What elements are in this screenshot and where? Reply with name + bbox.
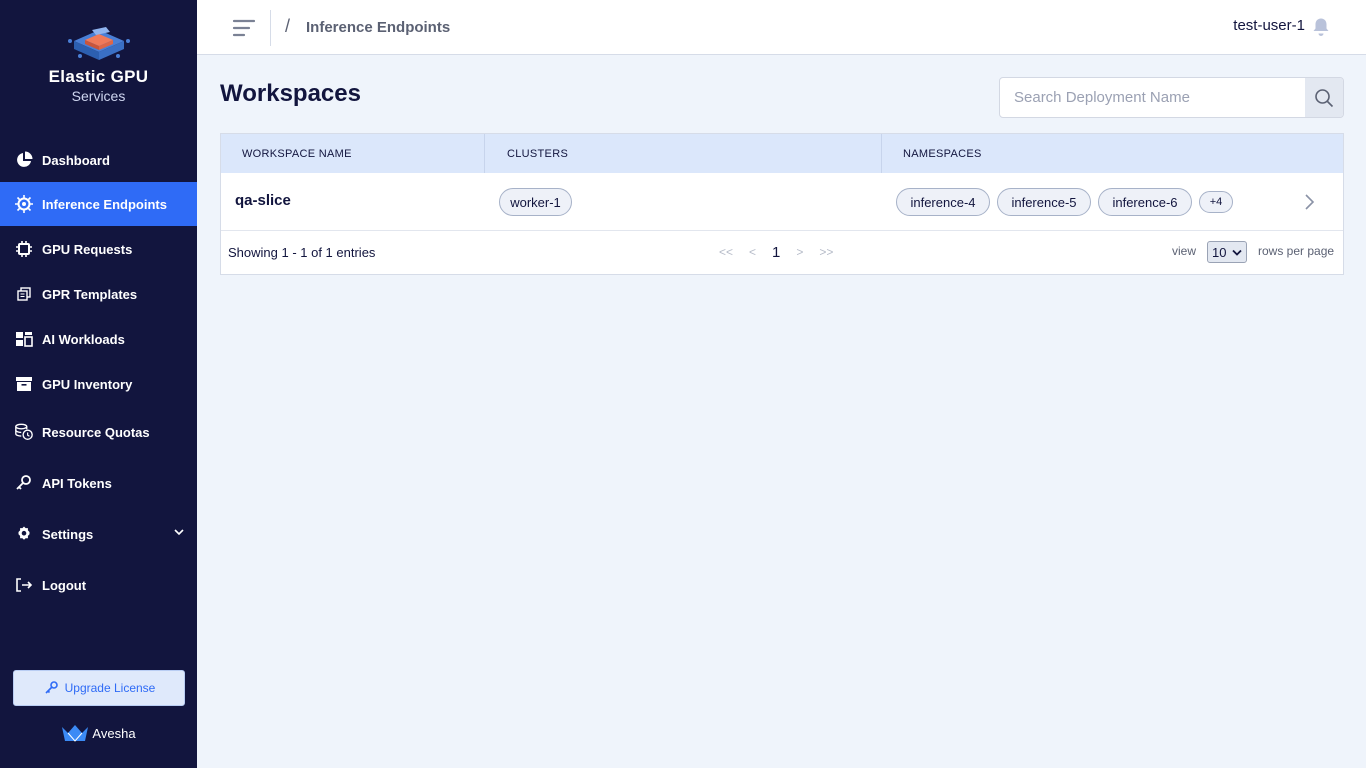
grid-icon bbox=[14, 329, 34, 349]
namespace-chip: inference-5 bbox=[997, 188, 1091, 216]
brand[interactable]: Elastic GPU Services bbox=[0, 26, 197, 104]
brand-subtitle: Services bbox=[71, 88, 126, 104]
current-page[interactable]: 1 bbox=[772, 244, 780, 261]
next-page-button[interactable]: > bbox=[796, 245, 803, 259]
more-namespaces-chip[interactable]: +4 bbox=[1199, 191, 1233, 213]
namespace-chip: inference-4 bbox=[896, 188, 990, 216]
sidebar-item-gpu-inventory[interactable]: GPU Inventory bbox=[0, 362, 197, 406]
table-row[interactable]: qa-slice worker-1 inference-4 inference-… bbox=[221, 173, 1343, 231]
workspaces-table: WORKSPACE NAME CLUSTERS NAMESPACES qa-sl… bbox=[220, 133, 1344, 275]
coins-clock-icon bbox=[14, 422, 34, 442]
breadcrumb-separator: / bbox=[285, 16, 291, 36]
cluster-chip: worker-1 bbox=[499, 188, 572, 216]
sidebar-item-gpr-templates[interactable]: GPR Templates bbox=[0, 272, 197, 316]
column-header-namespaces[interactable]: NAMESPACES bbox=[903, 134, 982, 173]
pie-chart-icon bbox=[14, 150, 34, 170]
sidebar-item-label: Dashboard bbox=[42, 152, 110, 168]
upgrade-license-button[interactable]: Upgrade License bbox=[13, 670, 185, 706]
search-input[interactable] bbox=[1000, 78, 1305, 117]
header-divider bbox=[270, 10, 271, 46]
gear-icon bbox=[14, 524, 34, 544]
sidebar-item-inference-endpoints[interactable]: Inference Endpoints bbox=[0, 182, 197, 226]
sidebar-item-label: Logout bbox=[42, 577, 87, 593]
search-box bbox=[999, 77, 1344, 118]
sidebar-item-label: AI Workloads bbox=[42, 331, 125, 347]
table-header: WORKSPACE NAME CLUSTERS NAMESPACES bbox=[221, 134, 1343, 173]
sidebar-item-label: API Tokens bbox=[42, 475, 112, 491]
key-icon bbox=[14, 473, 34, 493]
key-icon bbox=[43, 680, 59, 696]
chevron-right-icon[interactable] bbox=[1303, 193, 1315, 211]
chevron-down-icon[interactable] bbox=[173, 526, 185, 538]
search-button[interactable] bbox=[1305, 78, 1343, 117]
sidebar-item-label: Inference Endpoints bbox=[42, 196, 167, 212]
sidebar-item-label: GPU Requests bbox=[42, 241, 133, 257]
entries-info: Showing 1 - 1 of 1 entries bbox=[228, 245, 376, 260]
sidebar-item-ai-workloads[interactable]: AI Workloads bbox=[0, 317, 197, 361]
sidebar-item-label: Resource Quotas bbox=[42, 424, 150, 440]
column-header-clusters[interactable]: CLUSTERS bbox=[507, 134, 568, 173]
brand-title: Elastic GPU bbox=[48, 67, 149, 86]
avesha-label: Avesha bbox=[92, 725, 136, 741]
top-header: / Inference Endpoints test-user-1 bbox=[197, 0, 1366, 55]
upgrade-license-label: Upgrade License bbox=[64, 681, 156, 695]
crown-icon bbox=[62, 725, 89, 742]
column-divider bbox=[484, 134, 485, 173]
sidebar-item-label: Settings bbox=[42, 526, 94, 542]
column-header-workspace[interactable]: WORKSPACE NAME bbox=[242, 134, 352, 173]
menu-icon[interactable] bbox=[232, 17, 256, 39]
breadcrumb: Inference Endpoints bbox=[306, 19, 451, 36]
sidebar-item-settings[interactable]: Settings bbox=[0, 512, 197, 556]
copy-icon bbox=[14, 284, 34, 304]
first-page-button[interactable]: << bbox=[719, 245, 733, 259]
sidebar-item-api-tokens[interactable]: API Tokens bbox=[0, 461, 197, 505]
column-divider bbox=[881, 134, 882, 173]
search-icon bbox=[1315, 88, 1334, 107]
prev-page-button[interactable]: < bbox=[749, 245, 756, 259]
sidebar-item-label: GPR Templates bbox=[42, 286, 138, 302]
sidebar-item-gpu-requests[interactable]: GPU Requests bbox=[0, 227, 197, 271]
sidebar: Elastic GPU Services Dashboard Inference… bbox=[0, 0, 197, 768]
rows-per-page-value: 10 bbox=[1212, 244, 1227, 260]
logout-icon bbox=[14, 575, 34, 595]
bell-icon[interactable] bbox=[1312, 17, 1330, 37]
workspace-name[interactable]: qa-slice bbox=[235, 192, 291, 209]
gpu-logo-icon bbox=[67, 27, 130, 60]
view-label: view bbox=[1172, 244, 1197, 258]
chevron-down-icon bbox=[1232, 249, 1242, 256]
namespace-chip: inference-6 bbox=[1098, 188, 1192, 216]
rows-per-page-label: rows per page bbox=[1258, 244, 1335, 258]
page-title: Workspaces bbox=[220, 80, 361, 107]
sidebar-item-label: GPU Inventory bbox=[42, 376, 133, 392]
sidebar-item-resource-quotas[interactable]: Resource Quotas bbox=[0, 410, 197, 454]
chip-gear-icon bbox=[14, 194, 34, 214]
rows-per-page-select[interactable]: 10 bbox=[1207, 241, 1247, 263]
user-menu[interactable]: test-user-1 bbox=[1233, 17, 1305, 34]
pagination: << < 1 > >> bbox=[719, 242, 833, 262]
archive-icon bbox=[14, 374, 34, 394]
last-page-button[interactable]: >> bbox=[819, 245, 833, 259]
sidebar-item-dashboard[interactable]: Dashboard bbox=[0, 138, 197, 182]
avesha-logo: Avesha bbox=[0, 724, 197, 742]
chip-icon bbox=[14, 239, 34, 259]
sidebar-item-logout[interactable]: Logout bbox=[0, 563, 197, 607]
